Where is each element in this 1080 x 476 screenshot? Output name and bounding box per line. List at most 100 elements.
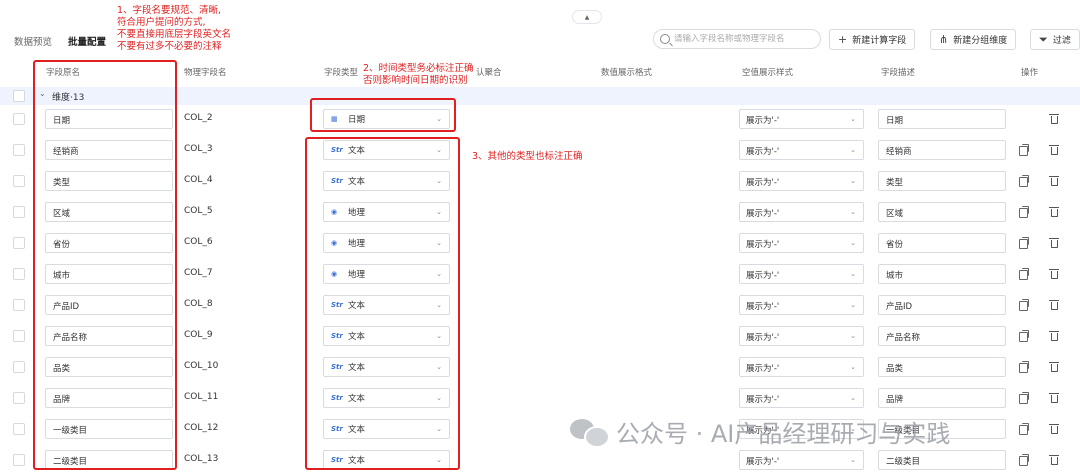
- field-type-select[interactable]: Str 文本 ⌄: [323, 419, 450, 439]
- field-desc-input[interactable]: 日期: [878, 109, 1006, 129]
- field-type-select[interactable]: Str 文本 ⌄: [323, 450, 450, 470]
- row-checkbox[interactable]: [13, 144, 25, 156]
- field-name-input[interactable]: 日期: [45, 109, 173, 129]
- tab-batch-config[interactable]: 批量配置: [68, 34, 106, 48]
- copy-icon[interactable]: [1019, 454, 1029, 466]
- row-checkbox[interactable]: [13, 113, 25, 125]
- null-style-select[interactable]: 展示为'-' ⌄: [739, 171, 864, 191]
- field-desc-input[interactable]: 产品ID: [878, 295, 1006, 315]
- field-type-select[interactable]: Str 文本 ⌄: [323, 171, 450, 191]
- trash-icon[interactable]: [1049, 113, 1059, 124]
- field-type-value: 地理: [348, 208, 366, 218]
- trash-icon[interactable]: [1049, 206, 1059, 217]
- filter-button[interactable]: ⏷ 过滤: [1030, 29, 1080, 50]
- table-row: 类型 COL_4 Str 文本 ⌄ 展示为'-' ⌄ 类型: [0, 165, 1080, 196]
- row-checkbox[interactable]: [13, 268, 25, 280]
- copy-icon[interactable]: [1019, 144, 1029, 156]
- field-type-select[interactable]: Str 文本 ⌄: [323, 295, 450, 315]
- copy-icon[interactable]: [1019, 237, 1029, 249]
- new-calc-field-button[interactable]: + 新建计算字段: [829, 29, 916, 50]
- field-type-select[interactable]: Str 文本 ⌄: [323, 357, 450, 377]
- field-desc-input[interactable]: 品牌: [878, 388, 1006, 408]
- field-type-select[interactable]: Str 文本 ⌄: [323, 388, 450, 408]
- row-checkbox[interactable]: [13, 454, 25, 466]
- field-type-select[interactable]: ◉ 地理 ⌄: [323, 264, 450, 284]
- null-style-select[interactable]: 展示为'-' ⌄: [739, 202, 864, 222]
- null-style-select[interactable]: 展示为'-' ⌄: [739, 388, 864, 408]
- group-checkbox[interactable]: [13, 90, 25, 102]
- field-desc-input[interactable]: 城市: [878, 264, 1006, 284]
- row-checkbox[interactable]: [13, 237, 25, 249]
- search-input[interactable]: [674, 34, 814, 44]
- trash-icon[interactable]: [1049, 392, 1059, 403]
- copy-icon[interactable]: [1019, 175, 1029, 187]
- copy-icon[interactable]: [1019, 268, 1029, 280]
- field-name-input[interactable]: 区域: [45, 202, 173, 222]
- null-style-select[interactable]: 展示为'-' ⌄: [739, 264, 864, 284]
- null-style-select[interactable]: 展示为'-' ⌄: [739, 450, 864, 470]
- field-name-input[interactable]: 二级类目: [45, 450, 173, 470]
- null-style-select[interactable]: 展示为'-' ⌄: [739, 140, 864, 160]
- trash-icon[interactable]: [1049, 144, 1059, 155]
- new-group-dim-button[interactable]: ⋔ 新建分组维度: [930, 29, 1017, 50]
- field-type-select[interactable]: Str 文本 ⌄: [323, 326, 450, 346]
- trash-icon[interactable]: [1049, 237, 1059, 248]
- field-desc-input[interactable]: 产品名称: [878, 326, 1006, 346]
- field-name-input[interactable]: 一级类目: [45, 419, 173, 439]
- field-type-select[interactable]: ▦ 日期 ⌄: [323, 109, 450, 129]
- null-style-select[interactable]: 展示为'-' ⌄: [739, 326, 864, 346]
- field-name-input[interactable]: 省份: [45, 233, 173, 253]
- tab-data-preview[interactable]: 数据预览: [14, 34, 52, 48]
- field-name-input[interactable]: 城市: [45, 264, 173, 284]
- field-desc-input[interactable]: 区域: [878, 202, 1006, 222]
- physical-field-name: COL_6: [184, 237, 213, 247]
- field-type-select[interactable]: Str 文本 ⌄: [323, 140, 450, 160]
- row-checkbox[interactable]: [13, 423, 25, 435]
- watermark-text: 公众号 · AI产品经理研习与实践: [616, 420, 951, 448]
- field-name-input[interactable]: 类型: [45, 171, 173, 191]
- copy-icon[interactable]: [1019, 361, 1029, 373]
- null-style-select[interactable]: 展示为'-' ⌄: [739, 109, 864, 129]
- row-checkbox[interactable]: [13, 299, 25, 311]
- field-desc-input[interactable]: 省份: [878, 233, 1006, 253]
- collapse-toggle[interactable]: ▲: [572, 10, 602, 24]
- trash-icon[interactable]: [1049, 330, 1059, 341]
- trash-icon[interactable]: [1049, 361, 1059, 372]
- chevron-down-icon[interactable]: ⌄: [39, 89, 46, 98]
- copy-icon[interactable]: [1019, 299, 1029, 311]
- copy-icon[interactable]: [1019, 330, 1029, 342]
- trash-icon[interactable]: [1049, 175, 1059, 186]
- field-desc-input[interactable]: 品类: [878, 357, 1006, 377]
- null-style-select[interactable]: 展示为'-' ⌄: [739, 233, 864, 253]
- row-checkbox[interactable]: [13, 392, 25, 404]
- field-type-select[interactable]: ◉ 地理 ⌄: [323, 202, 450, 222]
- copy-icon[interactable]: [1019, 206, 1029, 218]
- row-checkbox[interactable]: [13, 330, 25, 342]
- field-desc-input[interactable]: 二级类目: [878, 450, 1006, 470]
- trash-icon[interactable]: [1049, 423, 1059, 434]
- field-desc-input[interactable]: 经销商: [878, 140, 1006, 160]
- field-name-input[interactable]: 产品名称: [45, 326, 173, 346]
- null-style-select[interactable]: 展示为'-' ⌄: [739, 357, 864, 377]
- null-style-select[interactable]: 展示为'-' ⌄: [739, 295, 864, 315]
- calendar-icon: ▦: [331, 115, 338, 123]
- row-checkbox[interactable]: [13, 175, 25, 187]
- chevron-down-icon: ⌄: [850, 270, 856, 278]
- field-type-select[interactable]: ◉ 地理 ⌄: [323, 233, 450, 253]
- field-type-value: 地理: [348, 270, 366, 280]
- copy-icon[interactable]: [1019, 423, 1029, 435]
- field-desc-input[interactable]: 类型: [878, 171, 1006, 191]
- field-name-input[interactable]: 经销商: [45, 140, 173, 160]
- row-checkbox[interactable]: [13, 361, 25, 373]
- trash-icon[interactable]: [1049, 268, 1059, 279]
- row-checkbox[interactable]: [13, 206, 25, 218]
- chevron-down-icon: ⌄: [436, 270, 442, 278]
- trash-icon[interactable]: [1049, 299, 1059, 310]
- annotation-1-line: 符合用户提问的方式,: [117, 17, 206, 28]
- field-name-input[interactable]: 品牌: [45, 388, 173, 408]
- copy-icon[interactable]: [1019, 392, 1029, 404]
- trash-icon[interactable]: [1049, 454, 1059, 465]
- field-name-input[interactable]: 品类: [45, 357, 173, 377]
- field-type-value: 地理: [348, 239, 366, 249]
- field-name-input[interactable]: 产品ID: [45, 295, 173, 315]
